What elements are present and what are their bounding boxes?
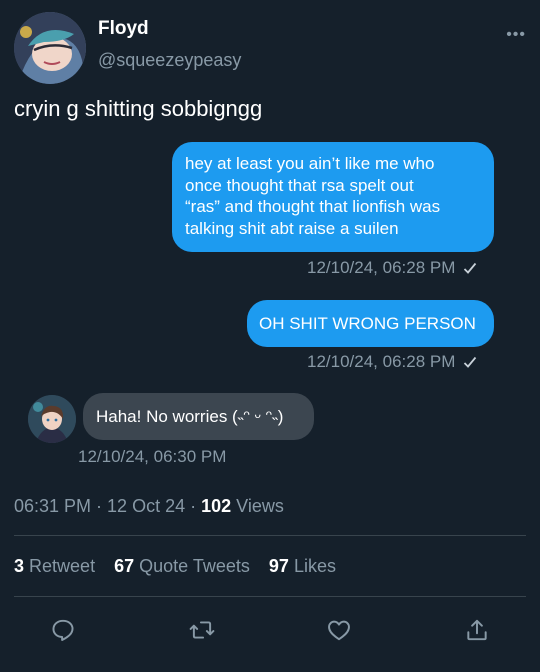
likes-stat[interactable]: 97 Likes — [269, 556, 336, 576]
quotes-count: 67 — [114, 556, 135, 576]
author-name[interactable]: Floyd — [98, 18, 149, 40]
tweet-text: cryin g shitting sobbigngg — [14, 96, 263, 121]
message-bubble-sent: OH SHIT WRONG PERSON — [247, 300, 494, 347]
recipient-avatar[interactable] — [28, 395, 76, 443]
check-icon — [463, 260, 477, 280]
message-timestamp: 12/10/24, 06:30 PM — [78, 447, 227, 466]
retweets-count: 3 — [14, 556, 25, 576]
like-icon[interactable] — [323, 614, 355, 646]
timestamp-text: 12/10/24, 06:28 PM — [307, 352, 456, 371]
quotes-label: Quote Tweets — [139, 556, 250, 576]
retweets-label: Retweet — [29, 556, 96, 576]
tweet-stats: 3 Retweet 67 Quote Tweets 97 Likes — [14, 556, 350, 577]
author-handle[interactable]: @squeezeypeasy — [98, 50, 241, 71]
likes-count: 97 — [268, 556, 289, 576]
retweets-stat[interactable]: 3 Retweet — [14, 556, 95, 576]
author-avatar[interactable] — [14, 12, 86, 84]
more-icon[interactable]: ••• — [506, 26, 526, 44]
tweet-meta: 06:31 PM · 12 Oct 24 · 102 Views — [14, 496, 284, 516]
retweet-icon[interactable] — [186, 614, 218, 646]
timestamp-text: 12/10/24, 06:28 PM — [307, 258, 456, 277]
divider — [14, 535, 526, 536]
message-timestamp: 12/10/24, 06:28 PM — [307, 258, 477, 280]
tweet-time[interactable]: 06:31 PM — [14, 496, 91, 516]
message-timestamp: 12/10/24, 06:28 PM — [307, 352, 477, 374]
message-bubble-sent: hey at least you ain’t like me who once … — [172, 142, 494, 252]
views-label: Views — [236, 496, 284, 516]
views-count: 102 — [201, 496, 232, 516]
share-icon[interactable] — [461, 614, 493, 646]
tweet-date[interactable]: 12 Oct 24 — [107, 496, 185, 516]
message-bubble-received: Haha! No worries (˵ᵔ ᵕ ᵔ˵) — [83, 393, 314, 440]
reply-icon[interactable] — [47, 614, 79, 646]
action-bar — [0, 614, 540, 646]
check-icon — [463, 354, 477, 374]
likes-label: Likes — [293, 556, 336, 576]
divider — [14, 596, 526, 597]
tweet-header: Floyd @squeezeypeasy ••• — [14, 12, 526, 84]
quotes-stat[interactable]: 67 Quote Tweets — [114, 556, 250, 576]
